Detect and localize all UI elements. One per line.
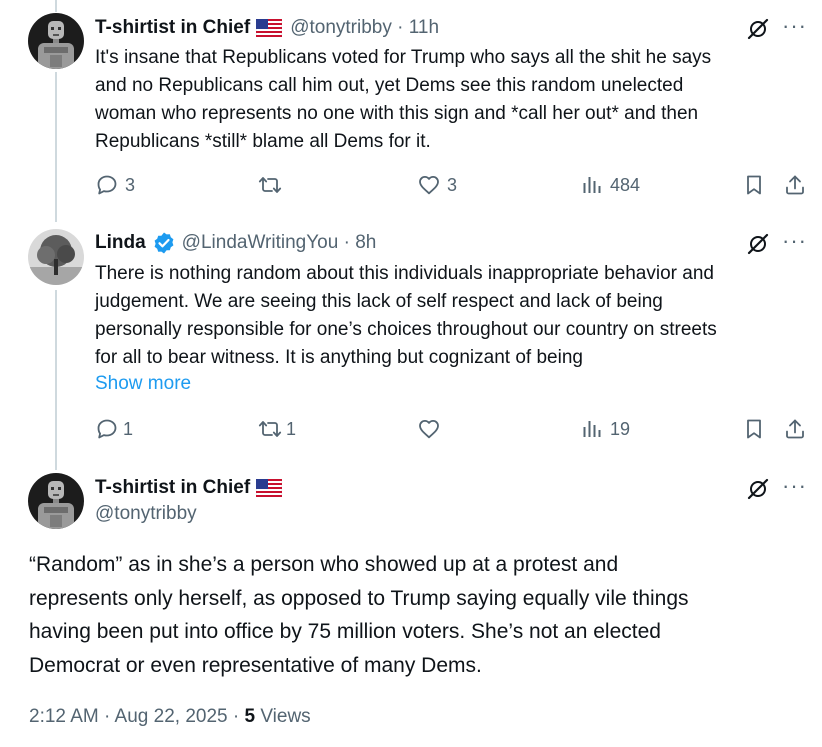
reply-button[interactable]: 1	[95, 417, 133, 441]
separator: ·	[338, 232, 356, 253]
reply-count: 3	[125, 174, 136, 195]
tweet-text: “Random” as in she’s a person who showed…	[29, 548, 809, 682]
tweet-text-line: Republicans *still* blame all Dems for i…	[95, 131, 431, 152]
retweet-icon	[258, 417, 282, 441]
tweet-text: There is nothing random about this indiv…	[95, 260, 805, 372]
tweet-text-line: for all to bear witness. It is anything …	[95, 347, 583, 368]
tweet-header: T-shirtist in Chief @tonytribby · 11h	[95, 15, 439, 41]
retweet-icon	[258, 173, 282, 197]
views-button[interactable]: 19	[580, 417, 630, 441]
views-button[interactable]: 484	[580, 173, 640, 197]
avatar[interactable]	[28, 473, 84, 529]
tweet-timestamp[interactable]: 2:12 AM · Aug 22, 2025	[29, 706, 228, 727]
more-icon[interactable]: ···	[782, 473, 807, 499]
views-count: 5	[244, 706, 256, 727]
tweet-meta-line: 2:12 AM · Aug 22, 2025 · 5 Views	[29, 706, 311, 728]
tweet-text-line: judgement. We are seeing this lack of se…	[95, 291, 663, 312]
robot-avatar-image	[28, 13, 84, 69]
author-name[interactable]: T-shirtist in Chief	[95, 17, 250, 39]
views-count: 484	[610, 174, 641, 195]
show-more-link[interactable]: Show more	[95, 373, 191, 395]
author-name[interactable]: Linda	[95, 232, 146, 254]
author-handle[interactable]: @LindaWritingYou	[182, 232, 339, 254]
like-icon	[417, 173, 441, 197]
thread-line	[55, 290, 57, 470]
author-handle[interactable]: @tonytribby	[95, 503, 197, 525]
tweet-time[interactable]: 8h	[355, 232, 376, 254]
tweet-header: T-shirtist in Chief	[95, 475, 282, 501]
robot-avatar-image	[28, 473, 84, 529]
us-flag-icon	[256, 19, 282, 37]
tweet-text-line: and no Republicans call him out, yet Dem…	[95, 75, 684, 96]
separator: ·	[227, 706, 245, 727]
tweet-text-line: It's insane that Republicans voted for T…	[95, 47, 712, 68]
retweet-button[interactable]: 1	[258, 417, 296, 441]
like-button[interactable]: 3	[417, 173, 457, 197]
views-icon	[580, 173, 604, 197]
tweet-text-line: woman who represents no one with this si…	[95, 103, 699, 124]
author-name[interactable]: T-shirtist in Chief	[95, 477, 250, 499]
like-button[interactable]	[417, 417, 447, 441]
separator: ·	[391, 17, 409, 38]
tweet-text-line: personally responsible for one’s choices…	[95, 319, 717, 340]
bookmark-icon[interactable]	[742, 417, 766, 441]
thread-line	[55, 0, 57, 12]
us-flag-icon	[256, 479, 282, 497]
tweet-text-line: having been put into office by 75 millio…	[29, 620, 661, 643]
share-icon[interactable]	[783, 417, 807, 441]
reply-button[interactable]: 3	[95, 173, 135, 197]
like-icon	[417, 417, 441, 441]
tweet-text-line: Democrat or even representative of many …	[29, 653, 482, 677]
tweet-time[interactable]: 11h	[409, 17, 439, 39]
views-label: Views	[260, 706, 311, 727]
tweet-header: Linda @LindaWritingYou · 8h	[95, 230, 376, 256]
thread-line	[55, 72, 57, 222]
reply-count: 1	[123, 418, 134, 439]
tweet-text-line: There is nothing random about this indiv…	[95, 263, 714, 284]
tweet-text: It's insane that Republicans voted for T…	[95, 44, 805, 156]
tree-avatar-image	[28, 229, 84, 285]
retweet-count: 1	[286, 418, 297, 439]
more-icon[interactable]: ···	[782, 228, 807, 254]
verified-badge-icon	[152, 231, 176, 255]
avatar[interactable]	[28, 13, 84, 69]
retweet-button[interactable]	[258, 173, 288, 197]
grok-icon[interactable]	[746, 477, 770, 501]
reply-icon	[95, 173, 119, 197]
views-icon	[580, 417, 604, 441]
tweet-text-line: represents only herself, as opposed to T…	[29, 586, 689, 610]
bookmark-icon[interactable]	[742, 173, 766, 197]
grok-icon[interactable]	[746, 232, 770, 256]
more-icon[interactable]: ···	[782, 13, 807, 39]
reply-icon	[95, 417, 119, 441]
views-count: 19	[610, 418, 631, 439]
avatar[interactable]	[28, 229, 84, 285]
author-handle[interactable]: @tonytribby	[290, 17, 392, 39]
share-icon[interactable]	[783, 173, 807, 197]
tweet-text-line: “Random” as in she’s a person who showed…	[29, 553, 619, 576]
like-count: 3	[447, 174, 458, 195]
grok-icon[interactable]	[746, 17, 770, 41]
